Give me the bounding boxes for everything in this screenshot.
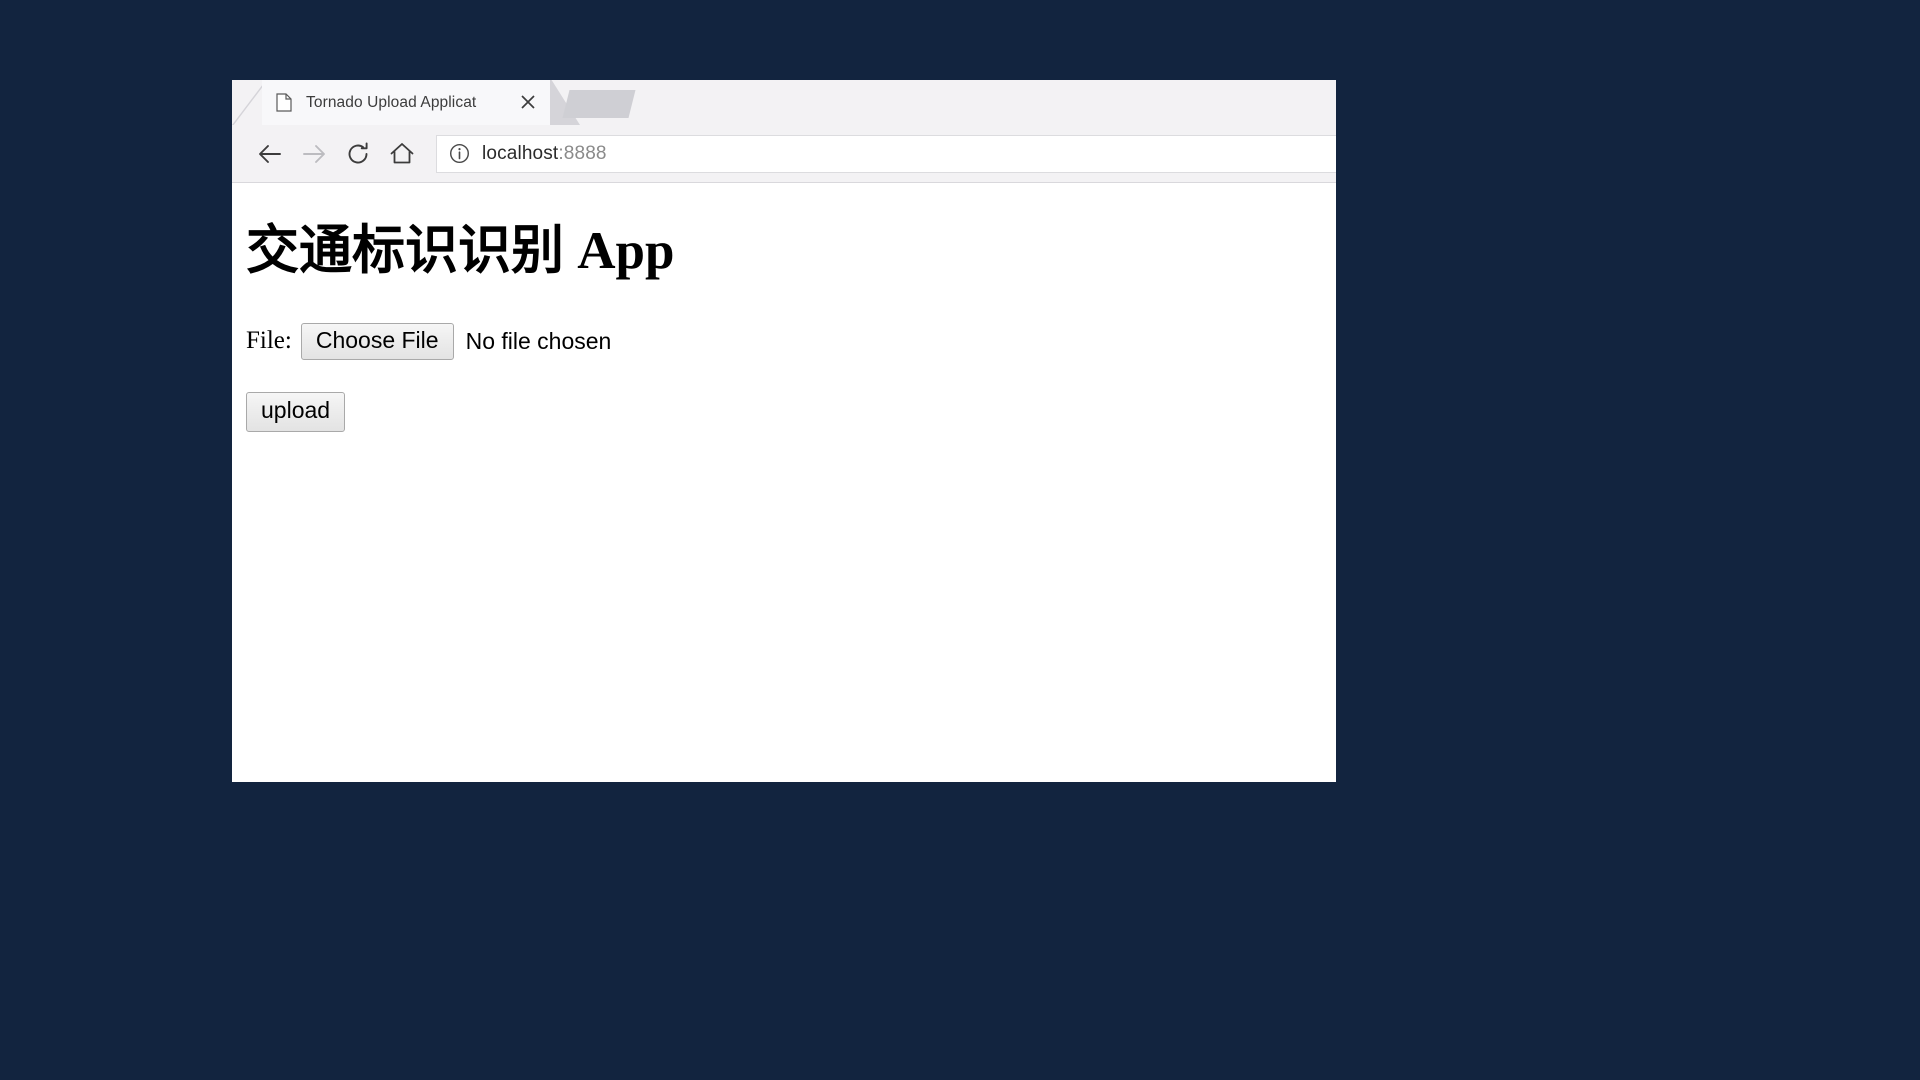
address-bar[interactable]: localhost:8888 — [436, 134, 1336, 173]
browser-tab-active[interactable]: Tornado Upload Applicat — [262, 80, 552, 125]
address-port: :8888 — [558, 142, 607, 164]
browser-window: Tornado Upload Applicat localhost:8888 交… — [232, 80, 1336, 782]
browser-tab-strip: Tornado Upload Applicat — [232, 80, 1336, 125]
page-title: 交通标识识别 App — [246, 222, 675, 280]
forward-arrow-icon — [303, 144, 325, 163]
address-text: localhost:8888 — [482, 143, 607, 165]
home-button[interactable] — [380, 132, 424, 176]
address-host: localhost — [482, 142, 559, 164]
reload-icon — [348, 141, 368, 163]
browser-tab-title: Tornado Upload Applicat — [306, 93, 477, 111]
forward-button[interactable] — [292, 132, 336, 176]
reload-button[interactable] — [336, 132, 380, 176]
browser-navigation-toolbar: localhost:8888 — [232, 125, 1336, 183]
tab-close-icon[interactable] — [518, 92, 538, 112]
file-selection-status: No file chosen — [465, 327, 612, 354]
file-field-label: File: — [246, 327, 292, 355]
browser-tab-placeholder[interactable] — [562, 90, 636, 118]
page-viewport: 交通标识识别 App File: Choose File No file cho… — [232, 184, 1336, 782]
back-button[interactable] — [248, 132, 292, 176]
tab-strip-left-edge — [232, 80, 266, 125]
page-icon — [276, 93, 292, 112]
site-info-icon[interactable] — [449, 143, 470, 164]
home-icon — [390, 142, 414, 163]
upload-button[interactable]: upload — [246, 392, 346, 433]
choose-file-button[interactable]: Choose File — [300, 322, 454, 361]
back-arrow-icon — [259, 144, 281, 163]
file-upload-row: File: Choose File No file chosen — [246, 322, 1336, 361]
